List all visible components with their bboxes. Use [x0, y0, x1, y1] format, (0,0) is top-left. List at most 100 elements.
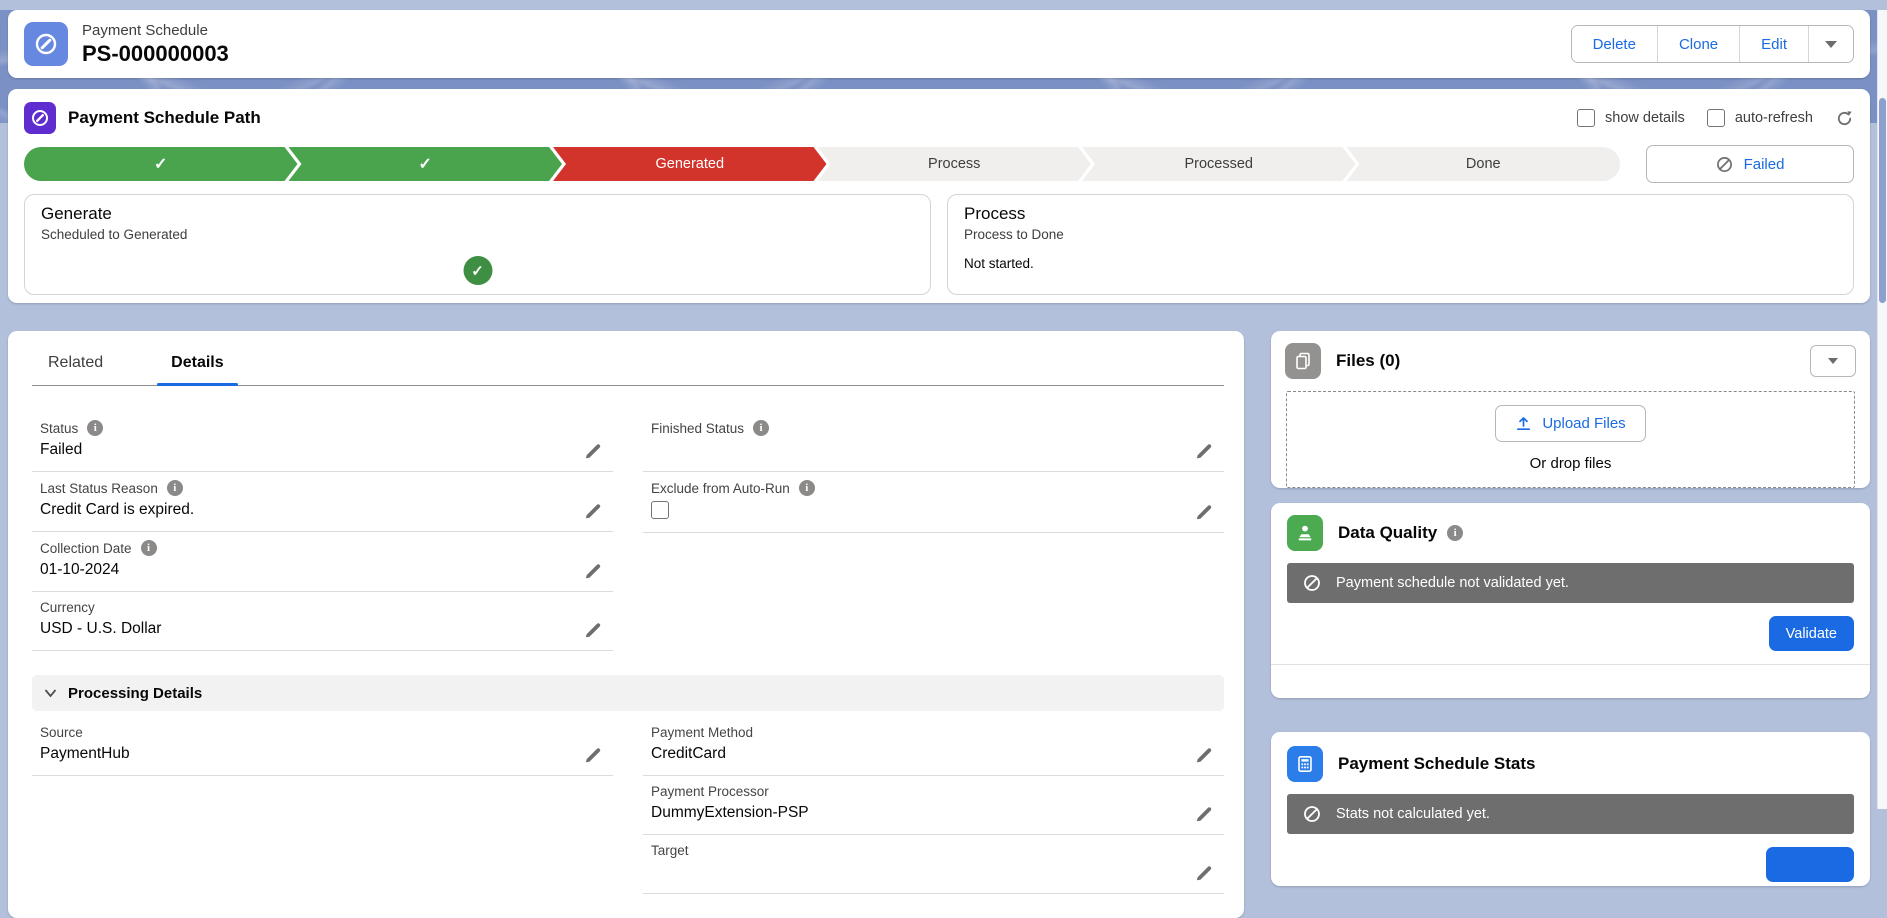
- banner-text: Stats not calculated yet.: [1336, 806, 1490, 822]
- field-label: Finished Status: [651, 421, 744, 436]
- edit-icon[interactable]: [1195, 865, 1212, 882]
- payment-schedule-stats-card: Payment Schedule Stats Stats not calcula…: [1271, 732, 1870, 886]
- stats-icon: [1287, 746, 1323, 782]
- record-type-label: Payment Schedule: [82, 22, 229, 39]
- edit-icon[interactable]: [1195, 443, 1212, 460]
- chevron-down-icon: [1825, 41, 1837, 48]
- field-finished-status: Finished Status: [643, 412, 1224, 472]
- info-icon[interactable]: [753, 420, 769, 436]
- tab-related[interactable]: Related: [44, 343, 107, 385]
- upload-icon: [1515, 415, 1532, 432]
- vertical-scrollbar[interactable]: [1877, 10, 1887, 809]
- record-actions: Delete Clone Edit: [1571, 25, 1854, 63]
- edit-icon[interactable]: [1195, 747, 1212, 764]
- field-status: Status Failed: [32, 412, 613, 472]
- path-stage-done[interactable]: Done: [1347, 147, 1621, 181]
- field-payment-method: Payment Method CreditCard: [643, 717, 1224, 776]
- path-icon: [24, 102, 56, 134]
- data-quality-icon: [1287, 515, 1323, 551]
- auto-refresh-checkbox[interactable]: auto-refresh: [1707, 109, 1813, 127]
- field-currency: Currency USD - U.S. Dollar: [32, 592, 613, 651]
- section-title: Processing Details: [68, 685, 202, 702]
- chevron-down-icon: [44, 688, 57, 698]
- edit-icon[interactable]: [584, 503, 601, 520]
- field-value: [651, 441, 1180, 463]
- clone-button[interactable]: Clone: [1657, 26, 1739, 62]
- record-header: Payment Schedule PS-000000003 Delete Clo…: [8, 10, 1870, 78]
- ban-icon: [1716, 156, 1733, 173]
- edit-button[interactable]: Edit: [1739, 26, 1808, 62]
- path-section: Payment Schedule Path show details auto-…: [8, 89, 1870, 303]
- path-stage-generated[interactable]: Generated: [553, 147, 827, 181]
- info-icon[interactable]: [167, 480, 183, 496]
- stats-action-button-partial[interactable]: [1766, 847, 1854, 882]
- step-status-text: Not started.: [964, 256, 1837, 271]
- payment-schedule-icon: [24, 22, 68, 66]
- detail-tabs: Related Details: [32, 343, 1224, 386]
- show-details-checkbox[interactable]: show details: [1577, 109, 1685, 127]
- stats-banner: Stats not calculated yet.: [1287, 794, 1854, 834]
- path-stage-processed[interactable]: Processed: [1082, 147, 1356, 181]
- stage-label: Done: [1466, 156, 1501, 172]
- file-dropzone[interactable]: Upload Files Or drop files: [1286, 391, 1855, 488]
- path-track: ✓ ✓ Generated Process Processed Done: [24, 147, 1620, 181]
- stage-label: Processed: [1184, 156, 1253, 172]
- check-icon: ✓: [154, 154, 167, 174]
- generate-step-card: Generate Scheduled to Generated ✓: [24, 194, 931, 295]
- info-icon[interactable]: [1447, 525, 1463, 541]
- files-title: Files (0): [1336, 351, 1400, 371]
- drop-files-label: Or drop files: [1287, 455, 1854, 472]
- edit-icon[interactable]: [584, 747, 601, 764]
- ban-icon: [1303, 805, 1321, 823]
- path-section-title: Payment Schedule Path: [68, 108, 261, 128]
- processing-details-section-header[interactable]: Processing Details: [32, 675, 1224, 711]
- stage-label: Process: [928, 156, 980, 172]
- field-label: Collection Date: [40, 541, 132, 556]
- step-title: Generate: [41, 204, 914, 224]
- field-label: Exclude from Auto-Run: [651, 481, 790, 496]
- show-details-label: show details: [1605, 110, 1685, 126]
- validate-button[interactable]: Validate: [1769, 616, 1854, 651]
- field-collection-date: Collection Date 01-10-2024: [32, 532, 613, 592]
- field-exclude-auto-run: Exclude from Auto-Run: [643, 472, 1224, 533]
- edit-icon[interactable]: [1195, 806, 1212, 823]
- path-track-row: ✓ ✓ Generated Process Processed Done Fai…: [24, 145, 1854, 183]
- field-label: Payment Method: [651, 725, 753, 740]
- edit-icon[interactable]: [584, 443, 601, 460]
- edit-icon[interactable]: [1195, 504, 1212, 521]
- scrollbar-thumb[interactable]: [1879, 98, 1886, 303]
- info-icon[interactable]: [799, 480, 815, 496]
- tab-details[interactable]: Details: [167, 343, 227, 385]
- field-value: PaymentHub: [40, 745, 569, 767]
- files-menu-button[interactable]: [1810, 345, 1856, 377]
- field-source: Source PaymentHub: [32, 717, 613, 776]
- path-stage-process[interactable]: Process: [818, 147, 1092, 181]
- edit-icon[interactable]: [584, 622, 601, 639]
- field-label: Last Status Reason: [40, 481, 158, 496]
- ban-icon: [1303, 574, 1321, 592]
- checkbox-icon[interactable]: [1577, 109, 1595, 127]
- field-value: USD - U.S. Dollar: [40, 620, 569, 642]
- path-stage-generate[interactable]: ✓: [289, 147, 563, 181]
- auto-refresh-label: auto-refresh: [1735, 110, 1813, 126]
- info-icon[interactable]: [87, 420, 103, 436]
- more-actions-button[interactable]: [1808, 26, 1853, 62]
- field-value: [651, 863, 1180, 885]
- field-label: Currency: [40, 600, 95, 615]
- upload-files-button[interactable]: Upload Files: [1495, 405, 1645, 442]
- data-quality-banner: Payment schedule not validated yet.: [1287, 563, 1854, 603]
- upload-files-label: Upload Files: [1542, 415, 1625, 432]
- field-payment-processor: Payment Processor DummyExtension-PSP: [643, 776, 1224, 835]
- field-value: Failed: [40, 441, 569, 463]
- info-icon[interactable]: [141, 540, 157, 556]
- path-stage-scheduled[interactable]: ✓: [24, 147, 298, 181]
- refresh-button[interactable]: [1835, 109, 1854, 128]
- checkbox-icon[interactable]: [1707, 109, 1725, 127]
- failed-status-button[interactable]: Failed: [1646, 145, 1854, 183]
- record-detail-panel: Related Details Status Failed Last Statu…: [8, 331, 1244, 918]
- field-target: Target: [643, 835, 1224, 894]
- data-quality-title: Data Quality: [1338, 523, 1437, 543]
- edit-icon[interactable]: [584, 563, 601, 580]
- delete-button[interactable]: Delete: [1572, 26, 1657, 62]
- exclude-auto-run-checkbox[interactable]: [651, 501, 669, 519]
